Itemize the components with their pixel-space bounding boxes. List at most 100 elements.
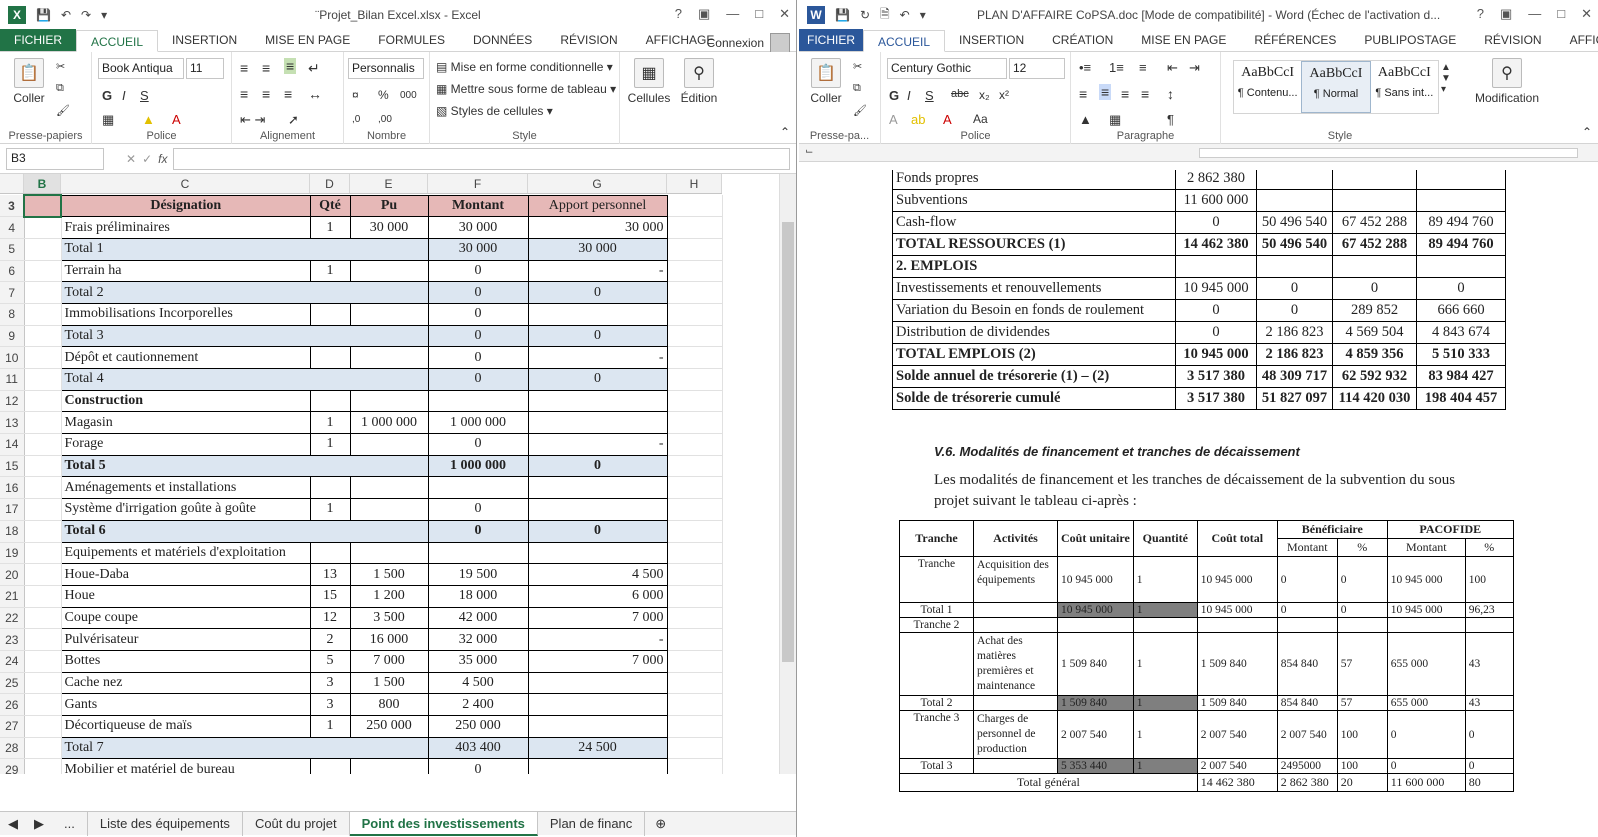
align-left-icon[interactable]: ≡: [240, 86, 248, 102]
cell-designation[interactable]: Pulvérisateur: [60, 628, 311, 651]
decrease-decimal-icon[interactable]: ,00: [378, 114, 392, 125]
cut-icon[interactable]: ✂: [853, 60, 862, 73]
format-painter-icon[interactable]: 🖌: [56, 104, 70, 117]
row-header[interactable]: 25: [0, 672, 25, 695]
cell-apport[interactable]: 0: [527, 519, 668, 543]
cell-montant[interactable]: 1 000 000: [427, 454, 529, 478]
header-qte[interactable]: Qté: [309, 194, 351, 218]
empty-cell[interactable]: [667, 368, 723, 391]
cell-pu[interactable]: 800: [349, 693, 429, 716]
empty-cell[interactable]: [667, 737, 723, 760]
cell-designation[interactable]: Total 6: [60, 519, 429, 543]
superscript-icon[interactable]: x²: [999, 88, 1009, 102]
cell-montant[interactable]: [427, 389, 529, 413]
empty-cell[interactable]: [667, 758, 723, 774]
empty-cell[interactable]: [24, 433, 62, 456]
cell-qte[interactable]: 1: [309, 259, 351, 283]
row-header[interactable]: 5: [0, 238, 25, 261]
conditional-format-button[interactable]: ▤ Mise en forme conditionnelle ▾: [436, 60, 613, 74]
cell-pu[interactable]: [349, 302, 429, 326]
cell-designation[interactable]: Décortiqueuse de maïs: [60, 715, 311, 738]
gallery-scroll-icon[interactable]: ▲ ▼ ▾: [1441, 62, 1451, 95]
row-header[interactable]: 26: [0, 693, 25, 716]
cell-designation[interactable]: Mobilier et matériel de bureau: [60, 758, 311, 774]
tab-insertion[interactable]: INSERTION: [158, 29, 251, 51]
cell-apport[interactable]: 0: [527, 454, 668, 478]
cell-montant[interactable]: 4 500: [427, 671, 529, 695]
align-right-icon[interactable]: ≡: [284, 86, 292, 102]
maximize-button[interactable]: □: [1557, 6, 1565, 22]
cell-qte[interactable]: [309, 476, 351, 500]
font-name-select[interactable]: Book Antiqua: [98, 58, 184, 79]
show-marks-icon[interactable]: ¶: [1167, 112, 1174, 127]
header-pu[interactable]: Pu: [349, 194, 429, 218]
cell-apport[interactable]: 7 000: [527, 606, 668, 630]
cell-pu[interactable]: [349, 346, 429, 369]
cell-montant[interactable]: [427, 476, 529, 500]
cut-icon[interactable]: ✂: [56, 60, 65, 73]
vertical-scrollbar[interactable]: [779, 174, 796, 774]
cell-apport[interactable]: [527, 302, 668, 326]
empty-cell[interactable]: [24, 715, 62, 738]
scroll-thumb[interactable]: [782, 222, 794, 662]
font-size-select[interactable]: 11: [186, 58, 224, 79]
empty-cell[interactable]: [24, 672, 62, 695]
cell-montant[interactable]: 32 000: [427, 628, 529, 651]
tab-mise-en-page[interactable]: MISE EN PAGE: [251, 29, 364, 51]
cell-pu[interactable]: [349, 758, 429, 774]
formula-input[interactable]: [173, 147, 790, 170]
cell-apport[interactable]: 30 000: [527, 216, 668, 239]
percent-icon[interactable]: %: [378, 88, 389, 102]
row-header[interactable]: 15: [0, 455, 25, 478]
cell-designation[interactable]: Coupe coupe: [60, 606, 311, 630]
row-header[interactable]: 28: [0, 737, 25, 760]
cell-qte[interactable]: [309, 541, 351, 565]
highlight-icon[interactable]: ab: [911, 112, 925, 127]
cell-designation[interactable]: Immobilisations Incorporelles: [60, 302, 311, 326]
text-effects-icon[interactable]: A: [889, 112, 898, 127]
cell-apport[interactable]: [527, 541, 668, 565]
cell-qte[interactable]: 3: [309, 671, 351, 695]
help-button[interactable]: ?: [1477, 6, 1484, 22]
cell-montant[interactable]: 19 500: [427, 563, 529, 586]
close-button[interactable]: ✕: [1581, 6, 1592, 22]
cell-qte[interactable]: 1: [309, 216, 351, 239]
tab-fichier[interactable]: FICHIER: [799, 29, 863, 51]
cell-pu[interactable]: [349, 433, 429, 456]
tab-revision[interactable]: RÉVISION: [1470, 29, 1555, 51]
cell-apport[interactable]: -: [527, 628, 668, 651]
row-header[interactable]: 3: [0, 195, 25, 218]
cell-designation[interactable]: Gants: [60, 693, 311, 716]
cell-montant[interactable]: 0: [427, 433, 529, 456]
tab-mise-en-page[interactable]: MISE EN PAGE: [1127, 29, 1240, 51]
cell-montant[interactable]: 35 000: [427, 649, 529, 673]
empty-cell[interactable]: [24, 693, 62, 716]
cell-apport[interactable]: [527, 411, 668, 435]
select-all-corner[interactable]: [0, 174, 24, 193]
tab-stop-icon[interactable]: ⌙: [805, 146, 813, 157]
empty-cell[interactable]: [667, 498, 723, 521]
empty-cell[interactable]: [667, 672, 723, 695]
empty-cell[interactable]: [24, 476, 62, 500]
strikethrough-icon[interactable]: abc: [951, 88, 969, 100]
empty-cell[interactable]: [24, 758, 62, 774]
cell-apport[interactable]: 4 500: [527, 563, 668, 586]
cell-styles-button[interactable]: ▧ Styles de cellules ▾: [436, 104, 553, 118]
empty-cell[interactable]: [24, 346, 62, 369]
tab-insertion[interactable]: INSERTION: [945, 29, 1038, 51]
currency-icon[interactable]: ¤: [352, 88, 359, 102]
edit-button[interactable]: ⚲ Édition: [676, 58, 722, 105]
row-header[interactable]: 17: [0, 498, 25, 521]
line-spacing-icon[interactable]: ↕: [1167, 86, 1174, 102]
enter-icon[interactable]: ✓: [142, 152, 152, 166]
cell-montant[interactable]: 0: [427, 498, 529, 521]
cell-apport[interactable]: 6 000: [527, 584, 668, 608]
cell-montant[interactable]: 1 000 000: [427, 411, 529, 435]
empty-cell[interactable]: [24, 390, 62, 413]
cell-qte[interactable]: [309, 389, 351, 413]
close-button[interactable]: ✕: [779, 6, 790, 22]
sheet-tab-active[interactable]: Point des investissements: [349, 811, 538, 836]
cell-montant[interactable]: 403 400: [427, 736, 529, 760]
empty-cell[interactable]: [667, 325, 723, 348]
cell-montant[interactable]: 0: [427, 346, 529, 369]
